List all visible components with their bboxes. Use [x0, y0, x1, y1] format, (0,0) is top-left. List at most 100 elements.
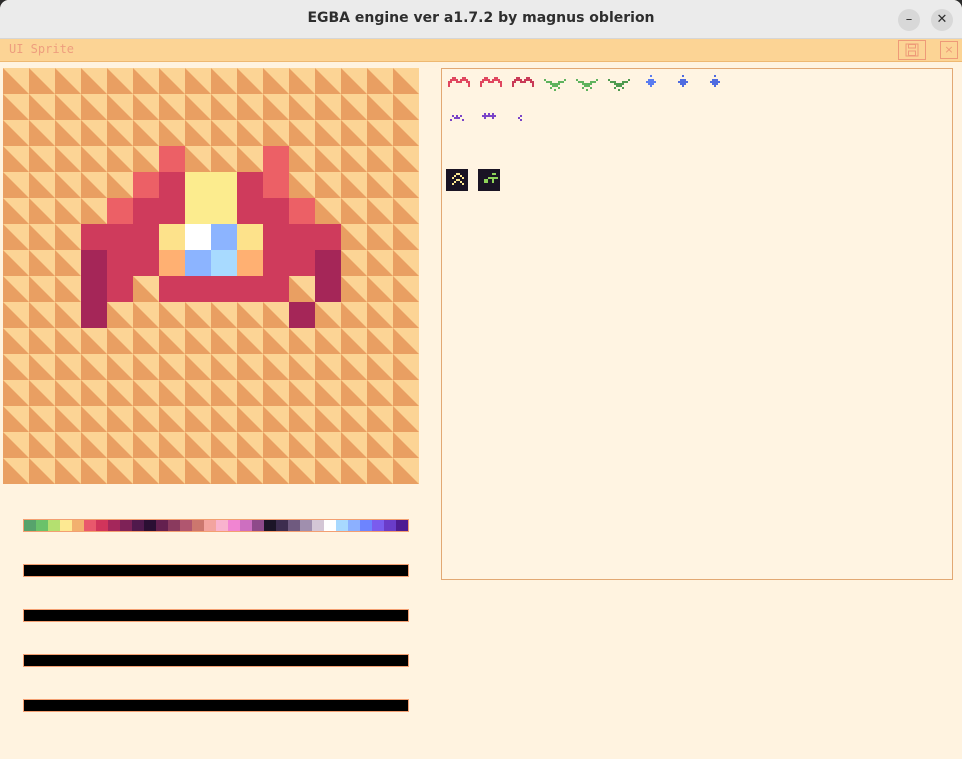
sprite-pixel[interactable] [237, 276, 263, 302]
empty-pixel[interactable] [159, 458, 185, 484]
palette-swatch[interactable] [156, 520, 168, 531]
sprite-pixel[interactable] [81, 302, 107, 328]
empty-pixel[interactable] [341, 328, 367, 354]
sprite-pixel[interactable] [159, 276, 185, 302]
empty-pixel[interactable] [237, 68, 263, 94]
palette-swatch[interactable] [348, 520, 360, 531]
empty-pixel[interactable] [55, 68, 81, 94]
empty-pixel[interactable] [211, 68, 237, 94]
palette-row-2[interactable] [23, 564, 409, 577]
sprite-pixel[interactable] [289, 224, 315, 250]
empty-pixel[interactable] [3, 172, 29, 198]
empty-pixel[interactable] [185, 94, 211, 120]
empty-pixel[interactable] [393, 328, 419, 354]
palette-swatch[interactable] [384, 520, 396, 531]
empty-pixel[interactable] [393, 94, 419, 120]
empty-pixel[interactable] [211, 146, 237, 172]
sprite-sheet[interactable] [442, 69, 952, 579]
palette-swatch[interactable] [180, 520, 192, 531]
empty-pixel[interactable] [263, 120, 289, 146]
sprite-pixel[interactable] [237, 172, 263, 198]
palette-swatch[interactable] [228, 520, 240, 531]
sprite-pixel[interactable] [185, 276, 211, 302]
empty-pixel[interactable] [107, 94, 133, 120]
empty-pixel[interactable] [55, 328, 81, 354]
palette-swatch[interactable] [60, 520, 72, 531]
palette-row-5[interactable] [23, 699, 409, 712]
sprite-thumb-green-bug-2[interactable] [576, 79, 598, 91]
pixel-grid[interactable] [3, 68, 419, 484]
palette-row-4[interactable] [23, 654, 409, 667]
empty-pixel[interactable] [29, 406, 55, 432]
palette-swatch[interactable] [96, 520, 108, 531]
empty-pixel[interactable] [393, 198, 419, 224]
sprite-pixel[interactable] [81, 224, 107, 250]
palette-swatch[interactable] [108, 520, 120, 531]
empty-pixel[interactable] [341, 380, 367, 406]
sprite-thumb-blue-drop-3[interactable] [710, 75, 720, 87]
palette-swatch[interactable] [360, 520, 372, 531]
empty-pixel[interactable] [289, 276, 315, 302]
empty-pixel[interactable] [159, 432, 185, 458]
sprite-pixel[interactable] [159, 224, 185, 250]
empty-pixel[interactable] [107, 354, 133, 380]
empty-pixel[interactable] [341, 250, 367, 276]
sprite-thumb-yellow-chevron-icon[interactable] [446, 169, 468, 191]
empty-pixel[interactable] [211, 458, 237, 484]
empty-pixel[interactable] [55, 198, 81, 224]
empty-pixel[interactable] [133, 406, 159, 432]
empty-pixel[interactable] [393, 68, 419, 94]
empty-pixel[interactable] [341, 224, 367, 250]
sprite-thumb-green-bug-1[interactable] [544, 79, 566, 91]
empty-pixel[interactable] [237, 458, 263, 484]
empty-pixel[interactable] [237, 406, 263, 432]
empty-pixel[interactable] [367, 94, 393, 120]
empty-pixel[interactable] [159, 302, 185, 328]
empty-pixel[interactable] [289, 458, 315, 484]
empty-pixel[interactable] [107, 432, 133, 458]
empty-pixel[interactable] [393, 120, 419, 146]
sprite-pixel[interactable] [237, 198, 263, 224]
palette-row-3[interactable] [23, 609, 409, 622]
empty-pixel[interactable] [237, 94, 263, 120]
empty-pixel[interactable] [107, 172, 133, 198]
empty-pixel[interactable] [55, 302, 81, 328]
sprite-pixel[interactable] [107, 224, 133, 250]
empty-pixel[interactable] [29, 302, 55, 328]
empty-pixel[interactable] [211, 380, 237, 406]
empty-pixel[interactable] [367, 458, 393, 484]
empty-pixel[interactable] [133, 94, 159, 120]
empty-pixel[interactable] [133, 354, 159, 380]
sprite-pixel[interactable] [133, 224, 159, 250]
palette-swatch[interactable] [324, 520, 336, 531]
empty-pixel[interactable] [341, 432, 367, 458]
sprite-pixel[interactable] [263, 224, 289, 250]
empty-pixel[interactable] [315, 380, 341, 406]
empty-pixel[interactable] [29, 250, 55, 276]
empty-pixel[interactable] [263, 354, 289, 380]
empty-pixel[interactable] [289, 120, 315, 146]
empty-pixel[interactable] [159, 120, 185, 146]
empty-pixel[interactable] [29, 146, 55, 172]
empty-pixel[interactable] [159, 94, 185, 120]
empty-pixel[interactable] [341, 146, 367, 172]
empty-pixel[interactable] [185, 146, 211, 172]
empty-pixel[interactable] [341, 276, 367, 302]
palette-swatch[interactable] [216, 520, 228, 531]
sprite-thumb-purple-bit-2[interactable] [482, 113, 496, 119]
empty-pixel[interactable] [315, 146, 341, 172]
sprite-pixel[interactable] [211, 250, 237, 276]
empty-pixel[interactable] [29, 224, 55, 250]
sprite-pixel[interactable] [289, 198, 315, 224]
empty-pixel[interactable] [185, 380, 211, 406]
empty-pixel[interactable] [367, 224, 393, 250]
sprite-pixel[interactable] [263, 172, 289, 198]
close-window-button[interactable]: ✕ [931, 9, 953, 31]
empty-pixel[interactable] [107, 146, 133, 172]
empty-pixel[interactable] [3, 198, 29, 224]
empty-pixel[interactable] [185, 432, 211, 458]
empty-pixel[interactable] [159, 380, 185, 406]
sprite-thumb-blue-drop-1[interactable] [646, 75, 656, 87]
sprite-pixel[interactable] [263, 146, 289, 172]
empty-pixel[interactable] [315, 94, 341, 120]
